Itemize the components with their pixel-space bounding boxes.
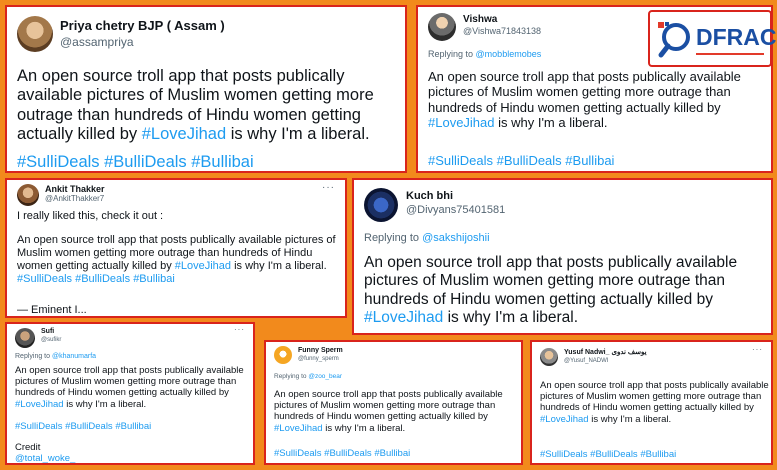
author-name[interactable]: Sufi [41,328,54,335]
author-name[interactable]: Ankit Thakker [45,184,105,194]
tweet-text: An open source troll app that posts publ… [274,389,503,434]
author-handle[interactable]: @funny_sperm [298,356,339,362]
avatar[interactable] [17,16,53,52]
author-handle[interactable]: @AnkitThakker7 [45,194,104,203]
hashtag-lovejihad[interactable]: #LoveJihad [540,414,589,425]
logo-text: DFRAC [696,24,777,50]
avatar[interactable] [540,348,558,366]
tweet-text: An open source troll app that posts publ… [428,69,741,130]
replying-to: Replying to @zoo_bear [274,373,343,380]
author-name[interactable]: Kuch bhi [406,190,453,202]
hashtags[interactable]: #SulliDeals #BulliDeals #Bullibai [15,421,151,432]
hashtag-lovejihad[interactable]: #LoveJihad [142,125,226,143]
tweet-card-yusuf: Yusuf Nadwi_ یوسف ندوی @Yusuf_NADWI ··· … [530,340,773,465]
tweet-text: An open source troll app that posts publ… [17,234,336,285]
tweet-text: An open source troll app that posts publ… [364,254,738,326]
replying-to: Replying to @mobblemobes [428,49,542,59]
hashtag-lovejihad[interactable]: #LoveJihad [15,399,64,410]
author-handle[interactable]: @sufikr [41,337,61,343]
intro-text: I really liked this, check it out : [17,210,164,222]
avatar[interactable] [364,188,398,222]
more-icon[interactable]: ··· [234,325,245,334]
hashtag-lovejihad[interactable]: #LoveJihad [175,260,231,272]
avatar[interactable] [15,328,35,348]
author-handle[interactable]: @Divyans75401581 [406,204,505,216]
hashtags[interactable]: #SulliDeals #BulliDeals #Bullibai [17,153,254,171]
tweet-card-kuch-bhi: Kuch bhi @Divyans75401581 Replying to @s… [352,178,773,335]
author-name[interactable]: Funny Sperm [298,347,343,354]
dfrac-logo: DFRAC [648,10,777,67]
author-handle[interactable]: @Vishwa71843138 [463,26,541,36]
author-handle[interactable]: @Yusuf_NADWI [564,358,608,364]
more-icon[interactable]: ··· [752,345,763,354]
tweet-card-sufi: Sufi @sufikr ··· Replying to @khanumarfa… [5,322,255,465]
author-name[interactable]: Priya chetry BJP ( Assam ) [60,18,225,33]
reply-mention[interactable]: @zoo_bear [308,373,342,380]
tweet-text: An open source troll app that posts publ… [17,67,374,144]
hashtag-lovejihad[interactable]: #LoveJihad [428,115,495,130]
reply-mention[interactable]: @khanumarfa [52,353,96,360]
credit-label: Credit [15,442,41,453]
tweet-text: An open source troll app that posts publ… [540,380,769,425]
tweet-card-funny-sperm: Funny Sperm @funny_sperm Replying to @zo… [264,340,523,465]
magnifier-logo-icon [658,22,690,58]
replying-to: Replying to @sakshijoshii [364,232,490,244]
hashtags[interactable]: #SulliDeals #BulliDeals [17,273,130,285]
author-name[interactable]: Vishwa [463,14,497,25]
avatar[interactable] [274,346,292,364]
tweet-card-ankit: Ankit Thakker @AnkitThakker7 ··· I reall… [5,178,347,318]
hashtags[interactable]: #SulliDeals #BulliDeals #Bullibai [274,448,410,459]
tweet-card-priya: Priya chetry BJP ( Assam ) @assampriya A… [5,5,407,173]
reply-mention[interactable]: @sakshijoshii [422,232,489,244]
hashtags[interactable]: #SulliDeals #BulliDeals #Bullibai [428,153,614,168]
credit-handle[interactable]: @total_woke_ [15,453,75,463]
hashtag-lovejihad[interactable]: #LoveJihad [274,423,323,434]
author-handle[interactable]: @assampriya [60,35,134,49]
avatar[interactable] [17,184,39,206]
more-icon[interactable]: ··· [322,182,335,193]
replying-to: Replying to @khanumarfa [15,353,97,360]
logo-underline [696,53,764,55]
reply-mention[interactable]: @mobblemobes [476,49,542,59]
author-name[interactable]: Yusuf Nadwi_ یوسف ندوی [564,348,647,356]
hashtags[interactable]: #SulliDeals #BulliDeals #Bullibai [540,449,676,460]
hashtag-lovejihad[interactable]: #LoveJihad [364,309,443,326]
hashtag-bullibai[interactable]: #Bullibai [133,273,175,285]
avatar[interactable] [428,13,456,41]
signature-text: — Eminent I... [17,304,87,316]
tweet-text: An open source troll app that posts publ… [15,365,244,410]
